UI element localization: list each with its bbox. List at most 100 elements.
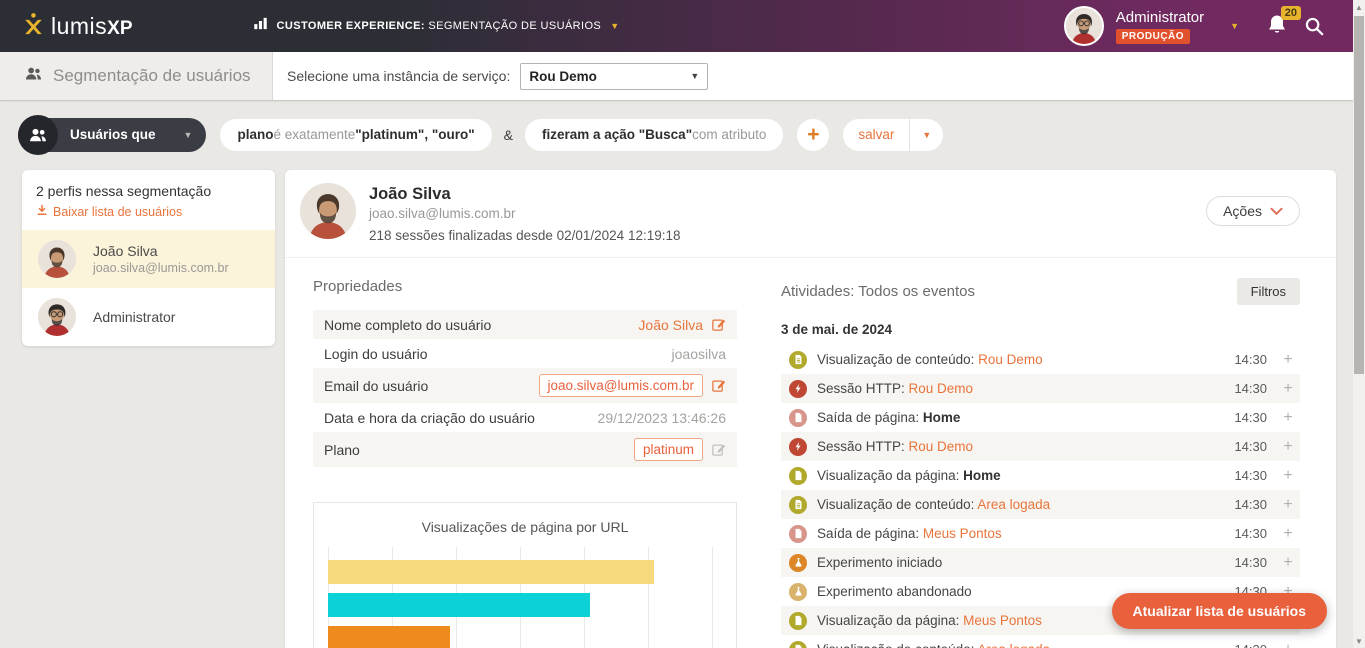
instance-select-label: Selecione uma instância de serviço: [287,68,510,84]
scroll-up-arrow-icon[interactable]: ▲ [1353,0,1365,14]
add-activity-detail-icon[interactable]: + [1282,467,1294,485]
activity-row: Visualização da página: Home 14:30 + [781,461,1300,490]
save-button[interactable]: salvar [843,119,909,151]
add-activity-detail-icon[interactable]: + [1282,438,1294,456]
property-value-text[interactable]: João Silva [638,317,703,333]
activity-row: Saída de página: Home 14:30 + [781,403,1300,432]
page-title: Segmentação de usuários [53,66,251,86]
environment-badge: PRODUÇÃO [1116,29,1190,44]
download-label: Baixar lista de usuários [53,205,182,219]
scrollbar-thumb[interactable] [1354,16,1364,374]
chart-plot-area [328,547,722,648]
add-activity-detail-icon[interactable]: + [1282,351,1294,369]
users-icon [18,115,58,155]
notifications-button[interactable]: 20 [1265,13,1291,39]
activity-target: Home [923,410,961,425]
add-activity-detail-icon[interactable]: + [1282,496,1294,514]
filters-button[interactable]: Filtros [1237,278,1300,305]
profile-name: João Silva [369,185,681,204]
segment-subject-dropdown[interactable]: Usuários que ▼ [18,118,206,152]
property-row: Data e hora da criação do usuário 29/12/… [313,403,737,432]
property-row: Nome completo do usuário João Silva [313,310,737,339]
chart-bar [328,560,654,584]
activity-target[interactable]: Rou Demo [978,352,1043,367]
avatar[interactable] [1064,6,1104,46]
add-activity-detail-icon[interactable]: + [1282,525,1294,543]
profile-email: joao.silva@lumis.com.br [93,261,229,275]
service-instance-select[interactable]: Rou Demo ▼ [520,63,708,90]
chevron-down-icon: ▼ [610,21,619,31]
property-value: joao.silva@lumis.com.br [539,374,727,397]
activity-text: Visualização de conteúdo: Rou Demo [817,352,1227,367]
search-icon[interactable] [1303,15,1325,37]
profile-list-item[interactable]: Administrator [22,288,275,346]
lumisxp-logo[interactable]: lumisXP [22,11,133,42]
condition-segment: fizeram a ação "Busca" [542,127,692,142]
chevron-down-icon[interactable]: ▼ [1230,21,1239,31]
activity-text: Sessão HTTP: Rou Demo [817,439,1227,454]
page-title-section: Segmentação de usuários [0,52,273,100]
activity-target[interactable]: Area logada [977,497,1050,512]
lumis-x-icon [22,11,44,42]
selected-instance: Rou Demo [529,69,597,84]
profiles-count-label: 2 perfis nessa segmentação [36,183,261,199]
content-view-icon [789,496,807,514]
activity-time: 14:30 [1227,352,1267,367]
profile-name: João Silva [93,243,229,259]
save-segment-split-button: salvar ▼ [843,119,943,151]
activity-row: Sessão HTTP: Rou Demo 14:30 + [781,432,1300,461]
activity-text: Saída de página: Meus Pontos [817,526,1227,541]
add-activity-detail-icon[interactable]: + [1282,641,1294,648]
profile-name: Administrator [93,309,175,325]
edit-icon[interactable] [711,378,726,393]
segment-filter-bar: Usuários que ▼ plano é exatamente "plati… [0,101,1365,168]
edit-icon[interactable] [711,442,726,457]
property-value-text[interactable]: joao.silva@lumis.com.br [539,374,704,397]
profiles-panel: 2 perfis nessa segmentação Baixar lista … [22,170,275,346]
property-row: Login do usuário joaosilva [313,339,737,368]
activities-date-header: 3 de mai. de 2024 [781,322,1300,337]
user-name: Administrator [1116,9,1204,26]
activity-target: Home [963,468,1001,483]
properties-table: Nome completo do usuário João Silva Logi… [313,310,737,467]
chevron-down-icon[interactable]: ▼ [910,119,943,151]
chevron-down-icon: ▼ [184,130,193,140]
activity-time: 14:30 [1227,555,1267,570]
experiment-abandon-icon [789,583,807,601]
experiment-start-icon [789,554,807,572]
activity-target[interactable]: Rou Demo [909,439,974,454]
condition-joiner: & [504,127,513,143]
property-label: Plano [324,442,634,458]
download-user-list-link[interactable]: Baixar lista de usuários [36,204,261,219]
module-selector[interactable]: CUSTOMER EXPERIENCE: SEGMENTAÇÃO DE USUÁ… [253,16,620,36]
profile-list-item[interactable]: João Silva joao.silva@lumis.com.br [22,230,275,288]
condition-segment: plano [237,127,273,142]
add-activity-detail-icon[interactable]: + [1282,380,1294,398]
refresh-user-list-button[interactable]: Atualizar lista de usuários [1112,593,1328,629]
actions-button[interactable]: Ações [1206,196,1300,226]
activity-target[interactable]: Meus Pontos [923,526,1002,541]
condition-segment: com atributo [692,127,766,142]
user-menu[interactable]: Administrator PRODUÇÃO [1116,9,1204,44]
activity-row: Visualização de conteúdo: Area logada 14… [781,490,1300,519]
activities-title: Atividades: Todos os eventos [781,283,975,300]
add-condition-button[interactable]: + [797,119,829,151]
activity-target[interactable]: Meus Pontos [963,613,1042,628]
filter-condition-pill[interactable]: plano é exatamente "platinum", "ouro" [220,119,491,151]
add-activity-detail-icon[interactable]: + [1282,409,1294,427]
filter-condition-pill[interactable]: fizeram a ação "Busca" com atributo [525,119,783,151]
activity-target[interactable]: Area logada [977,642,1050,648]
vertical-scrollbar[interactable]: ▲ ▼ [1353,0,1365,648]
users-icon [24,64,43,88]
module-label: CUSTOMER EXPERIENCE: SEGMENTAÇÃO DE USUÁ… [277,20,602,32]
property-label: Nome completo do usuário [324,317,638,333]
avatar [300,183,356,239]
edit-icon[interactable] [711,317,726,332]
http-session-icon [789,438,807,456]
properties-title: Propriedades [313,278,737,295]
property-value-text[interactable]: platinum [634,438,703,461]
scroll-down-arrow-icon[interactable]: ▼ [1353,634,1365,648]
activity-target[interactable]: Rou Demo [909,381,974,396]
add-activity-detail-icon[interactable]: + [1282,554,1294,572]
pageviews-chart: Visualizações de página por URL [313,502,737,648]
